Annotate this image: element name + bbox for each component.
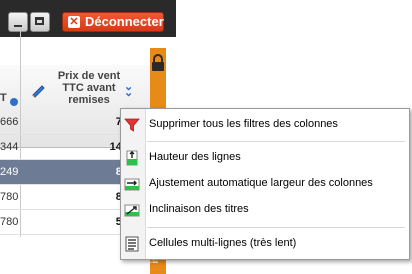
cell: 780 <box>0 216 19 228</box>
close-icon: ✕ <box>68 16 80 28</box>
menu-item-label: Hauteur des lignes <box>149 151 241 163</box>
menu-item-remove-filters[interactable]: Supprimer tous les filtres des colonnes <box>121 114 409 136</box>
menu-separator <box>147 227 405 228</box>
menu-item-label: Cellules multi-lignes (très lent) <box>149 237 297 249</box>
disconnect-button[interactable]: ✕ Déconnecter <box>62 12 164 32</box>
menu-separator <box>147 141 405 142</box>
multiline-cells-icon <box>125 236 139 252</box>
title-slant-icon <box>124 204 140 217</box>
lock-icon[interactable] <box>151 54 165 72</box>
cell: 249 <box>0 166 19 178</box>
row-height-icon <box>126 150 138 166</box>
disconnect-label: Déconnecter <box>85 14 164 29</box>
menu-item-autofit-columns[interactable]: Ajustement automatique largeur des colon… <box>121 173 409 195</box>
filter-remove-icon <box>124 118 140 132</box>
menu-item-multiline-cells[interactable]: Cellules multi-lignes (très lent) <box>121 233 409 255</box>
menu-item-row-height[interactable]: Hauteur des lignes <box>121 147 409 169</box>
cell: 59 <box>60 210 128 234</box>
context-menu: Supprimer tous les filtres des colonnes … <box>120 108 410 260</box>
pencil-icon <box>32 85 45 98</box>
chevron-down-icon[interactable]: ⌄ ⌄ <box>124 82 136 99</box>
cell: 87 <box>60 160 128 184</box>
cell: 80 <box>60 185 128 209</box>
key-icon <box>10 98 18 106</box>
cell: 666 <box>0 116 19 128</box>
autofit-width-icon <box>124 178 140 191</box>
menu-item-label: Inclinaison des titres <box>149 203 249 215</box>
window-titlebar: ✕ Déconnecter <box>0 0 176 37</box>
menu-item-title-slant[interactable]: Inclinaison des titres <box>121 199 409 221</box>
column-header-price[interactable]: Prix de vent TTC avant remises <box>50 70 128 106</box>
cell: 74 <box>60 110 128 134</box>
cell: 344 <box>0 141 19 153</box>
minimize-button[interactable] <box>8 12 28 32</box>
column-header-left[interactable]: T <box>0 92 7 104</box>
menu-item-label: Ajustement automatique largeur des colon… <box>149 177 373 189</box>
cell: 780 <box>0 191 19 203</box>
maximize-button[interactable] <box>30 12 50 32</box>
cell: 142 <box>109 141 128 153</box>
menu-item-label: Supprimer tous les filtres des colonnes <box>149 118 338 130</box>
